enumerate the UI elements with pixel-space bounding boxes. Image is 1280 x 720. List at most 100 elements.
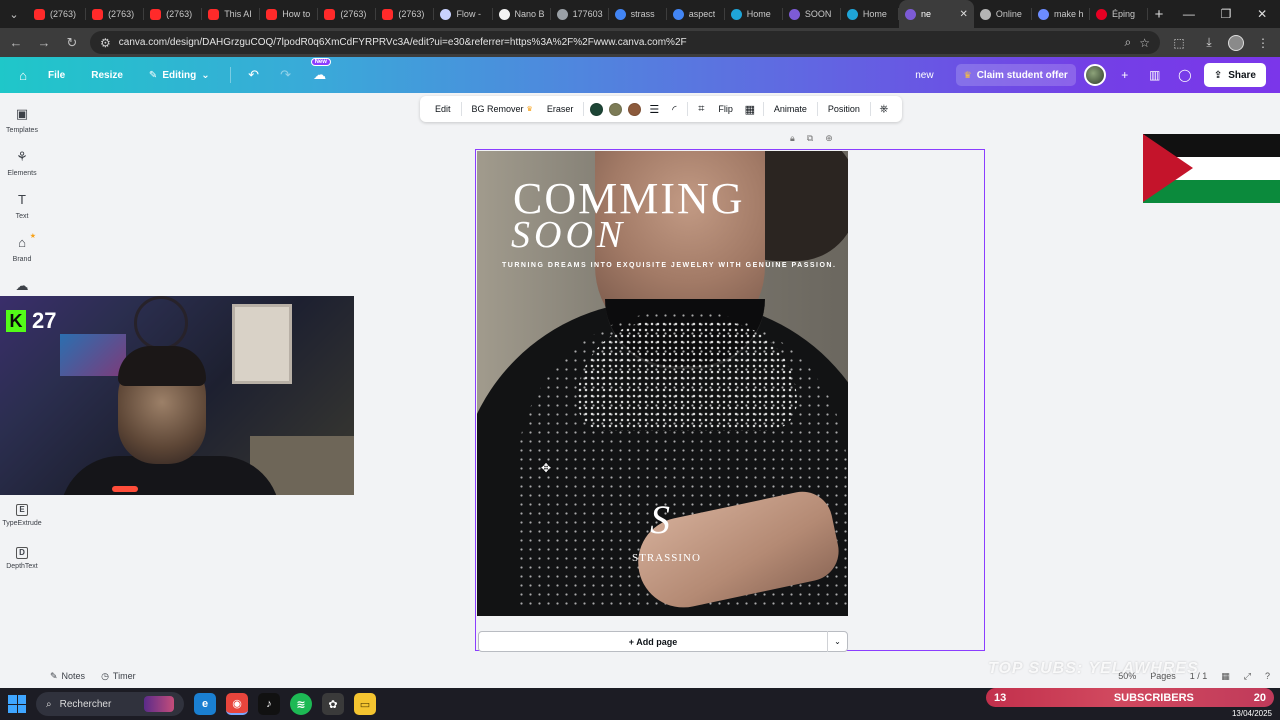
youtube-icon [382, 8, 394, 20]
sidebar-item-typeextrude[interactable]: E TypeExtrude [0, 501, 44, 527]
browser-tab[interactable]: SOON [783, 0, 841, 28]
restore-icon[interactable]: ❐ [1221, 7, 1232, 21]
browser-tab[interactable]: This AI [202, 0, 261, 28]
transparency-icon[interactable]: ▦ [740, 96, 760, 122]
undo-icon[interactable]: ↶ [241, 67, 267, 83]
tab-search-icon[interactable]: ⌄ [0, 0, 28, 28]
canva-heart-icon [788, 8, 800, 20]
sidebar-item-elements[interactable]: ⚘ Elements [0, 148, 44, 177]
claim-student-offer-button[interactable]: ♛ Claim student offer [955, 64, 1076, 86]
border-style-icon[interactable]: ☰ [644, 96, 664, 122]
animate-button[interactable]: Animate [767, 96, 814, 122]
color-swatch[interactable] [628, 102, 642, 116]
profile-avatar[interactable] [1228, 34, 1244, 51]
brand-monogram[interactable]: S [650, 496, 670, 543]
browser-tab[interactable]: 177603 [551, 0, 609, 28]
add-page-icon[interactable]: ⊕ [825, 133, 833, 144]
browser-tab[interactable]: aspect [667, 0, 725, 28]
brand-name[interactable]: STRASSINO [632, 552, 701, 564]
browser-tab[interactable]: How to [260, 0, 319, 28]
taskbar-search[interactable]: ⌕ Rechercher [36, 692, 184, 716]
insights-icon[interactable]: ▥ [1144, 64, 1166, 86]
corner-rounding-icon[interactable]: ◜ [664, 96, 684, 122]
browser-tab[interactable]: (2763) [318, 0, 377, 28]
redo-icon[interactable]: ↷ [273, 67, 299, 83]
minimize-icon[interactable]: — [1183, 7, 1195, 21]
edge-icon[interactable]: e [194, 693, 216, 715]
chrome-icon[interactable]: ◉ [226, 693, 248, 715]
new-tab-button[interactable]: + [1148, 6, 1170, 23]
edit-image-button[interactable]: Edit [428, 96, 458, 122]
bg-remover-button[interactable]: BG Remover ♛ [465, 96, 540, 122]
home-icon[interactable]: ⌂ [14, 66, 32, 84]
browser-tab[interactable]: (2763) [86, 0, 145, 28]
file-menu-button[interactable]: File [38, 62, 75, 88]
crop-icon[interactable]: ⌗ [691, 96, 711, 122]
notes-button[interactable]: ✎ Notes [50, 671, 85, 682]
sidebar-item-templates[interactable]: ▣ Templates [0, 105, 44, 134]
back-icon[interactable]: ← [6, 35, 26, 50]
browser-tab[interactable]: Éping [1090, 0, 1148, 28]
timer-button[interactable]: ◷ Timer [101, 671, 136, 682]
windows-start-icon[interactable] [8, 695, 26, 713]
notes-label: Notes [61, 671, 86, 681]
design-subtitle[interactable]: SOON [511, 213, 626, 257]
download-icon[interactable]: ⤓ [1198, 35, 1220, 50]
editing-mode-button[interactable]: ✎ Editing ⌄ [139, 62, 220, 88]
subscriber-counter: 13 SUBSCRIBERS 20 [986, 688, 1274, 707]
zoom-icon[interactable]: ⌕ [1125, 35, 1132, 50]
sidebar-item-uploads[interactable]: ☁ [0, 277, 44, 295]
cloud-save-icon[interactable]: ☁ New [305, 58, 335, 83]
user-avatar[interactable] [1083, 64, 1106, 86]
browser-tab[interactable]: strass [609, 0, 667, 28]
add-collaborator-icon[interactable]: + [1114, 64, 1136, 86]
paint-format-icon[interactable]: ⎈ [874, 96, 894, 122]
bookmark-star-icon[interactable]: ☆ [1139, 36, 1150, 50]
browser-tab[interactable]: Home [841, 0, 899, 28]
grid-view-icon[interactable]: ▦ [1221, 671, 1230, 682]
add-page-button[interactable]: + Add page [479, 637, 827, 647]
comments-icon[interactable]: ◯ [1174, 64, 1196, 86]
design-page[interactable]: COMMING SOON TURNING DREAMS INTO EXQUISI… [477, 151, 848, 616]
file-explorer-icon[interactable]: ▭ [354, 693, 376, 715]
sidebar-item-label: Elements [7, 170, 37, 177]
close-window-icon[interactable]: ✕ [1257, 7, 1267, 21]
browser-tab[interactable]: (2763) [144, 0, 203, 28]
browser-tab[interactable]: (2763) [376, 0, 435, 28]
forward-icon[interactable]: → [34, 35, 54, 50]
design-tagline[interactable]: TURNING DREAMS INTO EXQUISITE JEWELRY WI… [502, 262, 836, 269]
resize-button[interactable]: Resize [81, 62, 133, 88]
sidebar-item-text[interactable]: T Text [0, 191, 44, 220]
browser-tab[interactable]: Home [725, 0, 783, 28]
premium-star-icon: ★ [29, 233, 36, 240]
share-button[interactable]: ⇪ Share [1203, 63, 1266, 87]
browser-tab[interactable]: Nano B [493, 0, 551, 28]
tiktok-icon[interactable]: ♪ [258, 693, 280, 715]
browser-tab[interactable]: make h [1032, 0, 1091, 28]
reload-icon[interactable]: ↻ [62, 35, 82, 51]
close-tab-icon[interactable]: ✕ [960, 9, 968, 20]
browser-tab[interactable]: ne ✕ [898, 0, 974, 28]
eraser-button[interactable]: Eraser [540, 96, 581, 122]
url-bar[interactable]: ⚙ canva.com/design/DAHGrzguCOQ/7lpodR0q6… [90, 31, 1160, 54]
browser-menu-icon[interactable]: ⋮ [1252, 36, 1274, 50]
fullscreen-icon[interactable]: ⤢ [1244, 671, 1251, 682]
app-icon[interactable]: ✿ [322, 693, 344, 715]
browser-tab[interactable]: Online [974, 0, 1032, 28]
chevron-down-icon[interactable]: ⌄ [827, 631, 847, 652]
extensions-icon[interactable]: ⬚ [1168, 36, 1190, 50]
color-swatch[interactable] [590, 102, 604, 116]
sidebar-item-depthtext[interactable]: D DepthText [0, 544, 44, 570]
spotify-icon[interactable]: ≋ [290, 693, 312, 715]
site-info-icon[interactable]: ⚙ [100, 36, 111, 50]
document-title[interactable]: new [915, 70, 933, 81]
browser-tab[interactable]: Flow - [434, 0, 493, 28]
lock-icon[interactable]: 🔒︎ [790, 133, 795, 144]
duplicate-page-icon[interactable]: ⧉ [807, 133, 813, 144]
sidebar-item-brand[interactable]: ⌂ ★ Brand [0, 233, 44, 263]
flip-button[interactable]: Flip [711, 96, 740, 122]
browser-tab[interactable]: (2763) [28, 0, 87, 28]
help-icon[interactable]: ? [1265, 671, 1270, 681]
color-swatch[interactable] [609, 102, 623, 116]
position-button[interactable]: Position [821, 96, 867, 122]
